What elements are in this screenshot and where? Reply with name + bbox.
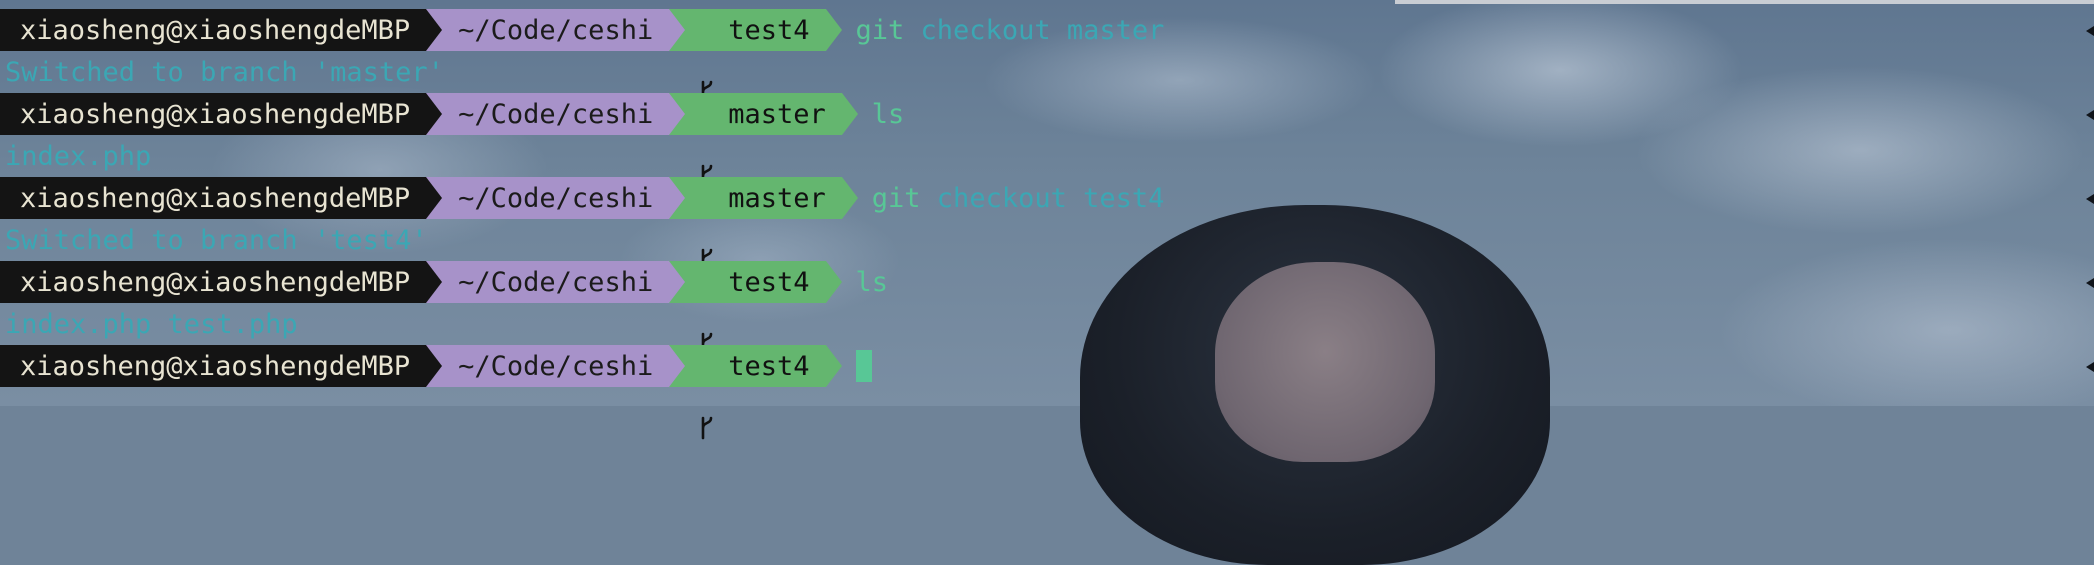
window-top-edge [1395, 0, 2094, 4]
command-name: ls [871, 98, 905, 130]
prompt-branch-segment: master [669, 93, 858, 188]
prompt-user-host-segment: xiaosheng@xiaoshengdeMBP [0, 93, 443, 135]
prompt-directory: ~/Code/ceshi [458, 98, 654, 130]
segment-separator-arrow [669, 261, 686, 303]
prompt-user-host-segment: xiaosheng@xiaoshengdeMBP [0, 9, 443, 51]
segment-separator-arrow [426, 9, 443, 51]
prompt-directory-segment: ~/Code/ceshi [426, 9, 686, 51]
segment-separator-arrow [426, 93, 443, 135]
prompt-branch-segment: test4 [669, 261, 842, 356]
prompt-branch-segment: test4 [669, 9, 842, 104]
output-line: Switched to branch 'test4' [5, 224, 428, 256]
segment-separator-arrow [426, 261, 443, 303]
prompt-directory: ~/Code/ceshi [458, 14, 654, 46]
command: ls [856, 267, 889, 298]
prompt-user-host: xiaosheng@xiaoshengdeMBP [20, 14, 411, 46]
segment-separator-arrow [426, 177, 443, 219]
output-line: index.php [5, 140, 152, 172]
command: git checkout master [856, 15, 1165, 46]
command-arguments: checkout test4 [920, 182, 1165, 214]
prompt-branch-segment: master [669, 177, 858, 272]
prompt-user-host: xiaosheng@xiaoshengdeMBP [20, 98, 411, 130]
git-branch-icon [699, 270, 715, 356]
output-line: index.php test.php [5, 308, 298, 340]
right-edge-marker-icon [2086, 110, 2094, 120]
prompt-user-host-segment: xiaosheng@xiaoshengdeMBP [0, 261, 443, 303]
prompt-user-host-segment: xiaosheng@xiaoshengdeMBP [0, 177, 443, 219]
segment-separator-arrow [825, 345, 842, 387]
prompt-user-host: xiaosheng@xiaoshengdeMBP [20, 350, 411, 382]
command: git checkout test4 [872, 183, 1165, 214]
segment-separator-arrow [825, 9, 842, 51]
segment-separator-arrow [841, 177, 858, 219]
segment-separator-arrow [669, 345, 686, 387]
command-name: ls [855, 266, 889, 298]
active-prompt-line[interactable]: xiaosheng@xiaoshengdeMBP ~/Code/ceshi te… [0, 345, 2094, 440]
prompt-line: xiaosheng@xiaoshengdeMBP ~/Code/ceshi ma… [0, 93, 2094, 188]
git-branch-icon [699, 18, 715, 104]
prompt-line: xiaosheng@xiaoshengdeMBP ~/Code/ceshi ma… [0, 177, 2094, 272]
prompt-directory-segment: ~/Code/ceshi [426, 345, 686, 387]
segment-separator-arrow [825, 261, 842, 303]
right-edge-marker-icon [2086, 194, 2094, 204]
git-branch-icon [699, 102, 715, 188]
git-branch-icon [699, 354, 715, 440]
segment-separator-arrow [669, 177, 686, 219]
git-branch-icon [699, 186, 715, 272]
prompt-directory-segment: ~/Code/ceshi [426, 177, 686, 219]
prompt-line: xiaosheng@xiaoshengdeMBP ~/Code/ceshi te… [0, 9, 2094, 104]
prompt-directory: ~/Code/ceshi [458, 182, 654, 214]
prompt-user-host: xiaosheng@xiaoshengdeMBP [20, 266, 411, 298]
output-line: Switched to branch 'master' [5, 56, 444, 88]
segment-separator-arrow [669, 9, 686, 51]
command-name: git [855, 14, 905, 46]
command-name: git [871, 182, 921, 214]
terminal-session[interactable]: xiaosheng@xiaoshengdeMBP ~/Code/ceshi te… [0, 9, 2094, 440]
prompt-branch-name: test4 [728, 350, 810, 382]
prompt-branch-name: master [728, 182, 826, 214]
prompt-line: xiaosheng@xiaoshengdeMBP ~/Code/ceshi te… [0, 261, 2094, 356]
segment-separator-arrow [841, 93, 858, 135]
prompt-directory-segment: ~/Code/ceshi [426, 93, 686, 135]
command: ls [872, 99, 905, 130]
terminal-cursor[interactable] [855, 350, 872, 382]
prompt-branch-segment: test4 [669, 345, 842, 440]
right-edge-marker-icon [2086, 26, 2094, 36]
right-edge-marker-icon [2086, 278, 2094, 288]
prompt-user-host-segment: xiaosheng@xiaoshengdeMBP [0, 345, 443, 387]
right-edge-marker-icon [2086, 362, 2094, 372]
prompt-user-host: xiaosheng@xiaoshengdeMBP [20, 182, 411, 214]
prompt-branch-name: test4 [728, 14, 810, 46]
prompt-directory: ~/Code/ceshi [458, 350, 654, 382]
prompt-directory-segment: ~/Code/ceshi [426, 261, 686, 303]
prompt-branch-name: master [728, 98, 826, 130]
segment-separator-arrow [426, 345, 443, 387]
segment-separator-arrow [669, 93, 686, 135]
command-arguments: checkout master [904, 14, 1165, 46]
prompt-branch-name: test4 [728, 266, 810, 298]
prompt-directory: ~/Code/ceshi [458, 266, 654, 298]
